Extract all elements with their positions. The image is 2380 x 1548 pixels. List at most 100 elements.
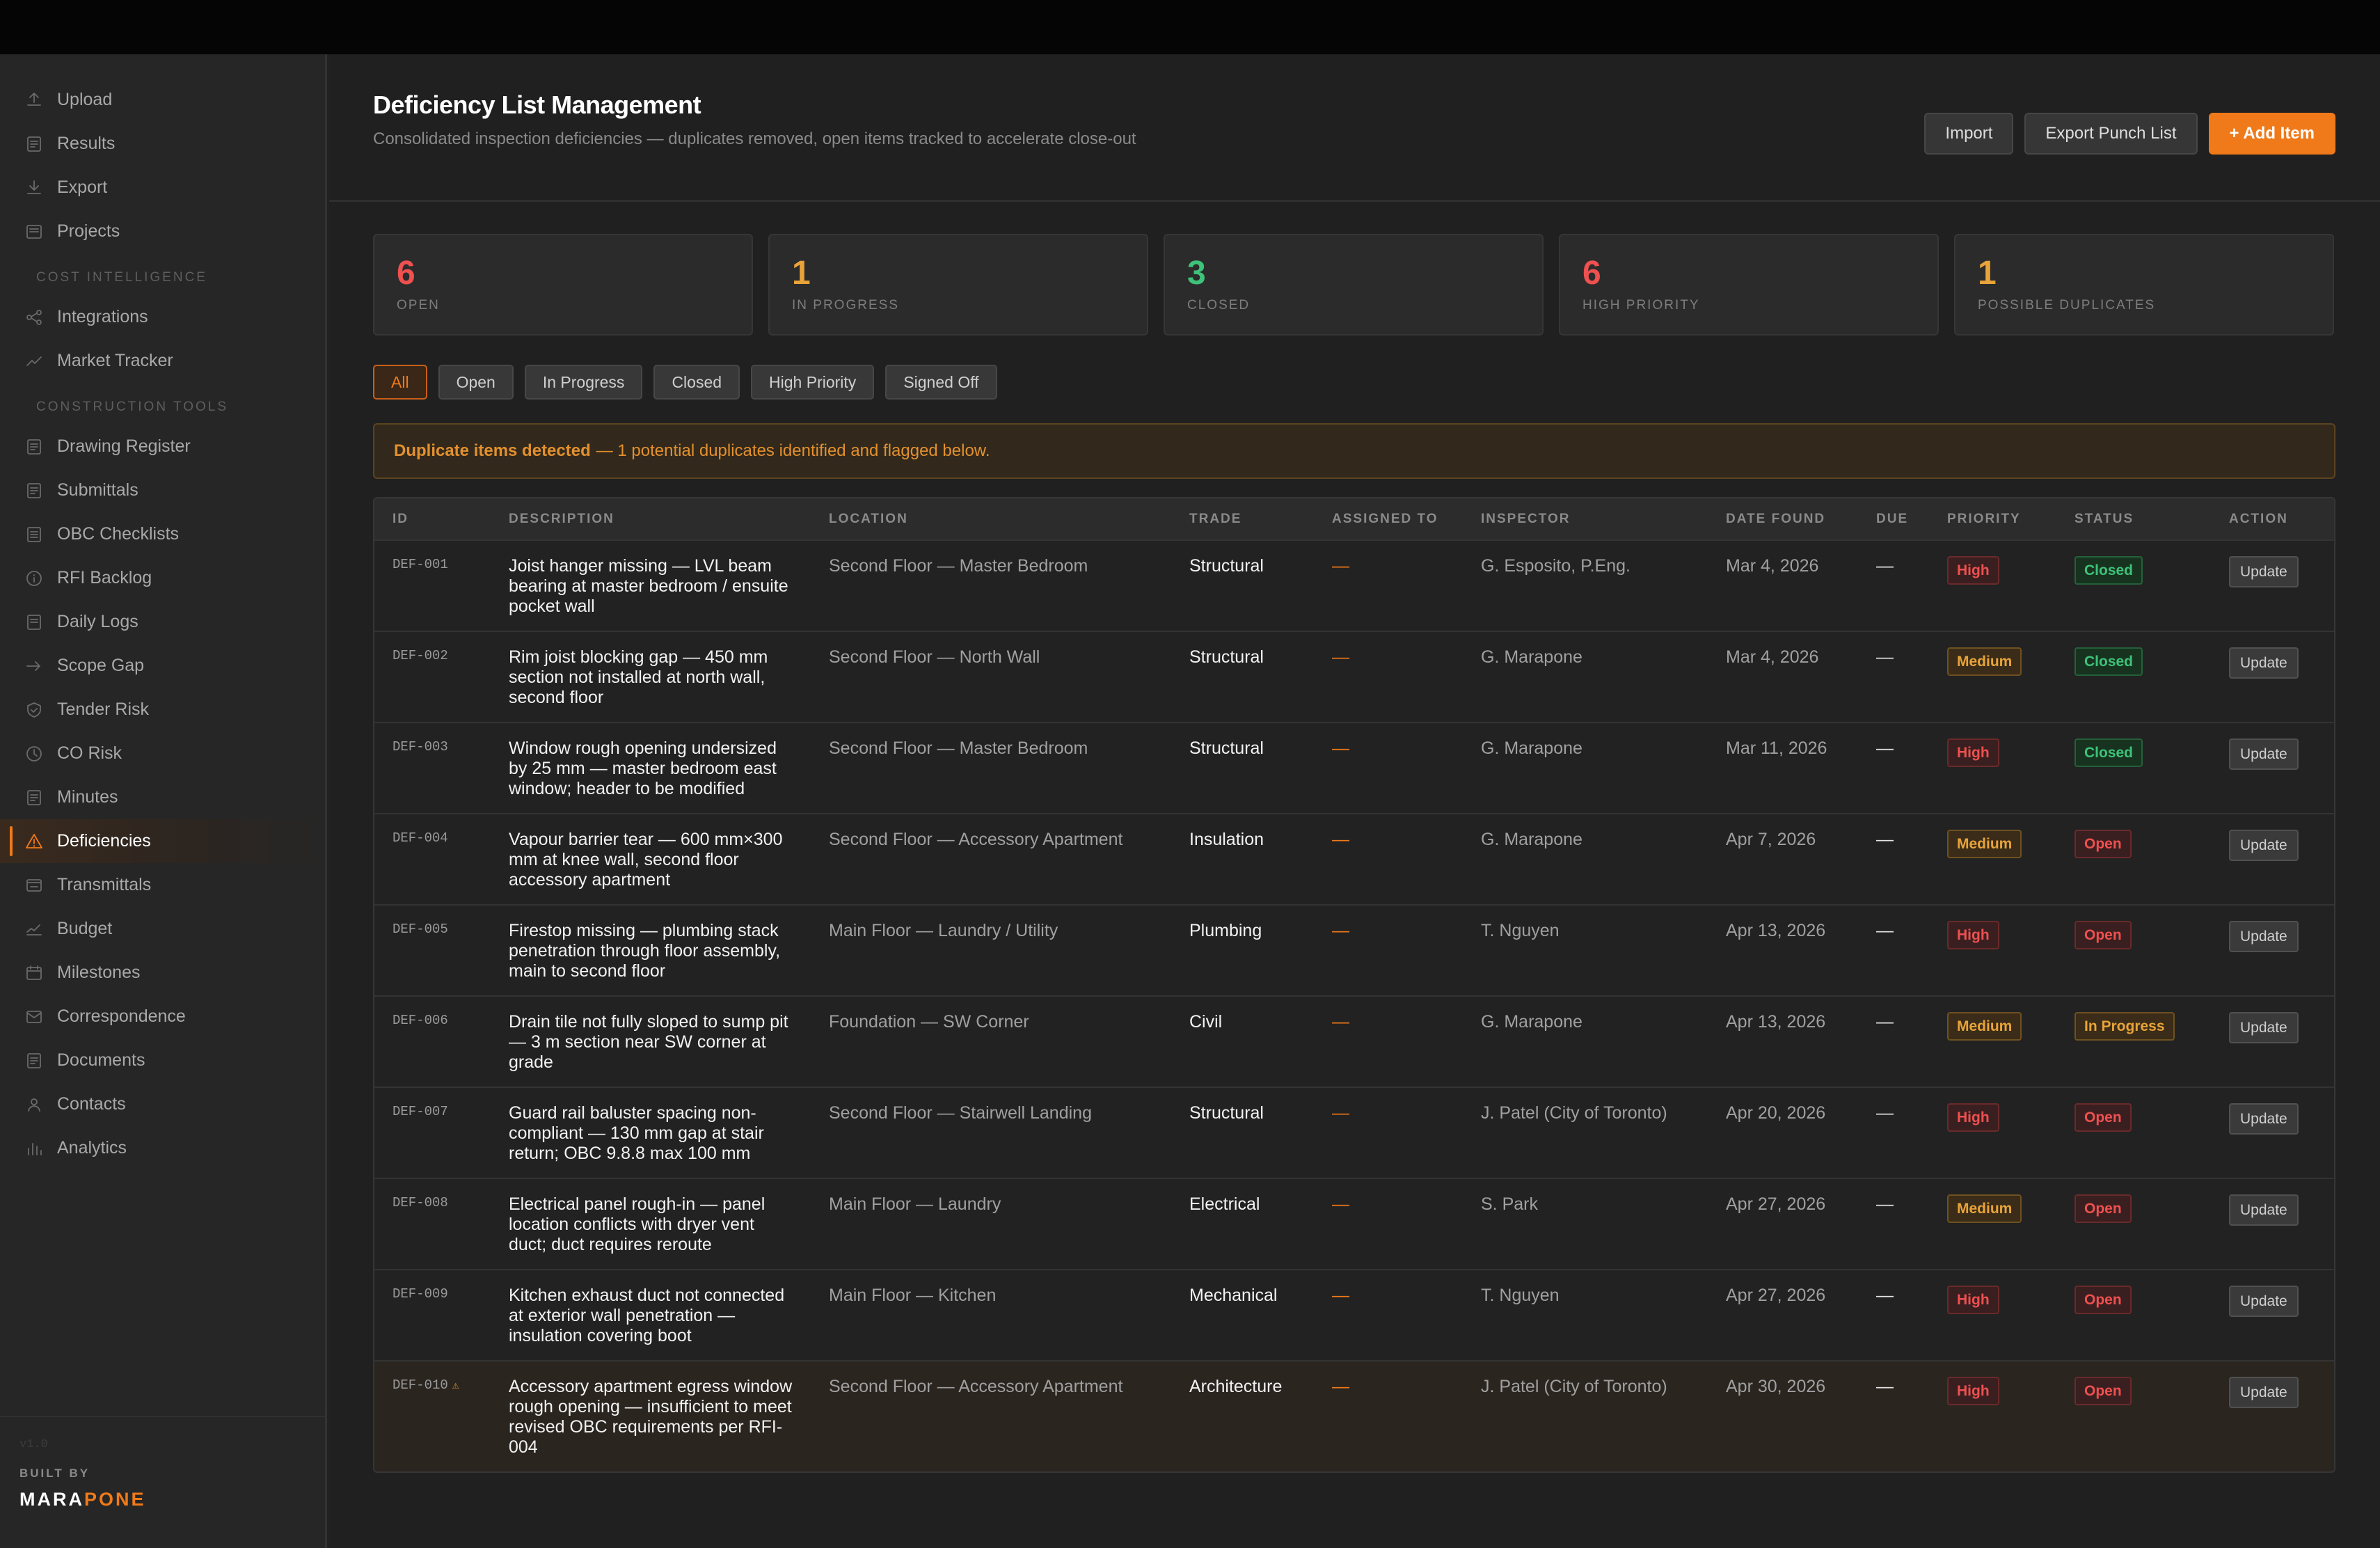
status-badge: Closed <box>2074 556 2143 585</box>
stat-card-open: 6 OPEN <box>373 234 753 335</box>
column-header-date-found: DATE FOUND <box>1726 511 1826 526</box>
sidebar-item-contacts[interactable]: Contacts <box>0 1082 325 1126</box>
cell-inspector: G. Marapone <box>1463 813 1708 905</box>
sidebar-item-label: Projects <box>57 221 120 241</box>
cell-id: DEF-007 <box>374 1087 491 1178</box>
log-icon <box>25 613 43 631</box>
sidebar-item-upload[interactable]: Upload <box>0 78 325 122</box>
cell-action: Update <box>2211 631 2334 722</box>
sidebar-item-projects[interactable]: Projects <box>0 210 325 253</box>
cell-status: Closed <box>2056 539 2211 631</box>
filter-signed-off[interactable]: Signed Off <box>885 365 997 400</box>
mail-icon <box>25 1008 43 1026</box>
sidebar-item-milestones[interactable]: Milestones <box>0 951 325 995</box>
cell-location: Second Floor — Accessory Apartment <box>811 1360 1171 1471</box>
cell-description: Vapour barrier tear — 600 mm×300 mm at k… <box>491 813 811 905</box>
update-button[interactable]: Update <box>2229 1194 2299 1226</box>
page-title: Deficiency List Management <box>373 90 701 119</box>
cell-description: Drain tile not fully sloped to sump pit … <box>491 995 811 1087</box>
sidebar-item-drawing-register[interactable]: Drawing Register <box>0 425 325 468</box>
update-button[interactable]: Update <box>2229 1103 2299 1135</box>
update-button[interactable]: Update <box>2229 921 2299 952</box>
cell-date-found: Mar 11, 2026 <box>1708 722 1858 814</box>
cell-trade: Structural <box>1171 539 1314 631</box>
filter-open[interactable]: Open <box>438 365 514 400</box>
sidebar-item-transmittals[interactable]: Transmittals <box>0 863 325 907</box>
filter-all[interactable]: All <box>373 365 427 400</box>
cell-date-found: Apr 30, 2026 <box>1708 1360 1858 1471</box>
cell-trade: Mechanical <box>1171 1269 1314 1361</box>
add-item-button[interactable]: + Add Item <box>2208 113 2335 155</box>
sidebar-item-tender-risk[interactable]: Tender Risk <box>0 688 325 732</box>
sidebar-item-minutes[interactable]: Minutes <box>0 775 325 819</box>
cell-due: — <box>1858 722 1929 814</box>
filter-high-priority[interactable]: High Priority <box>751 365 875 400</box>
sidebar-item-market-tracker[interactable]: Market Tracker <box>0 339 325 383</box>
deficiency-id: DEF-006 <box>392 1013 448 1028</box>
cell-description: Guard rail baluster spacing non-complian… <box>491 1087 811 1178</box>
status-badge: Open <box>2074 830 2132 858</box>
sidebar-item-label: Integrations <box>57 307 148 326</box>
column-header-trade: TRADE <box>1189 511 1242 526</box>
cell-status: Open <box>2056 904 2211 996</box>
update-button[interactable]: Update <box>2229 830 2299 861</box>
cell-action: Update <box>2211 1360 2334 1471</box>
sidebar-item-scope-gap[interactable]: Scope Gap <box>0 644 325 688</box>
cell-id: DEF-008 <box>374 1178 491 1270</box>
cell-description: Joist hanger missing — LVL beam bearing … <box>491 539 811 631</box>
cell-status: Open <box>2056 1269 2211 1361</box>
update-button[interactable]: Update <box>2229 1012 2299 1043</box>
cell-description: Accessory apartment egress window rough … <box>491 1360 811 1471</box>
import-button[interactable]: Import <box>1924 113 2014 155</box>
stat-card-possible-duplicates: 1 POSSIBLE DUPLICATES <box>1954 234 2334 335</box>
cell-trade: Architecture <box>1171 1360 1314 1471</box>
update-button[interactable]: Update <box>2229 1377 2299 1408</box>
status-badge: Open <box>2074 1377 2132 1405</box>
column-header-due: DUE <box>1876 511 1909 526</box>
sidebar-item-co-risk[interactable]: CO Risk <box>0 732 325 775</box>
sidebar-item-results[interactable]: Results <box>0 122 325 166</box>
alert-text: — 1 potential duplicates identified and … <box>596 441 990 460</box>
sidebar-item-deficiencies[interactable]: Deficiencies <box>0 819 325 863</box>
sidebar-item-rfi-backlog[interactable]: RFI Backlog <box>0 556 325 600</box>
sidebar-item-budget[interactable]: Budget <box>0 907 325 951</box>
results-icon <box>25 135 43 153</box>
stat-label: OPEN <box>397 298 440 313</box>
sidebar-section-heading: COST INTELLIGENCE <box>36 270 207 285</box>
trend-icon <box>25 352 43 370</box>
export-punch-list-button[interactable]: Export Punch List <box>2024 113 2198 155</box>
deficiency-id: DEF-010 <box>392 1377 448 1393</box>
document-icon <box>25 438 43 456</box>
sidebar-item-export[interactable]: Export <box>0 166 325 210</box>
update-button[interactable]: Update <box>2229 647 2299 679</box>
sidebar-item-label: Minutes <box>57 787 118 807</box>
filter-closed[interactable]: Closed <box>653 365 740 400</box>
calendar-icon <box>25 964 43 982</box>
sidebar-item-obc-checklists[interactable]: OBC Checklists <box>0 512 325 556</box>
stat-value: 6 <box>1582 255 1601 292</box>
warning-icon <box>25 832 43 851</box>
person-icon <box>25 1096 43 1114</box>
arrow-icon <box>25 657 43 675</box>
update-button[interactable]: Update <box>2229 1286 2299 1317</box>
cell-id: DEF-010 ⚠ <box>374 1360 491 1471</box>
sidebar-item-daily-logs[interactable]: Daily Logs <box>0 600 325 644</box>
update-button[interactable]: Update <box>2229 739 2299 770</box>
cell-description: Kitchen exhaust duct not connected at ex… <box>491 1269 811 1361</box>
sidebar-item-submittals[interactable]: Submittals <box>0 468 325 512</box>
filter-in-progress[interactable]: In Progress <box>524 365 643 400</box>
cell-trade: Structural <box>1171 722 1314 814</box>
sidebar-item-documents[interactable]: Documents <box>0 1038 325 1082</box>
cell-location: Main Floor — Laundry <box>811 1178 1171 1270</box>
table-row: DEF-003 Window rough opening undersized b… <box>374 722 2334 814</box>
update-button[interactable]: Update <box>2229 556 2299 587</box>
cell-description: Electrical panel rough-in — panel locati… <box>491 1178 811 1270</box>
cell-status: Open <box>2056 1087 2211 1178</box>
sidebar-item-correspondence[interactable]: Correspondence <box>0 995 325 1038</box>
priority-badge: High <box>1947 1377 1999 1405</box>
cell-due: — <box>1858 1178 1929 1270</box>
sidebar-item-analytics[interactable]: Analytics <box>0 1126 325 1170</box>
cell-status: Closed <box>2056 631 2211 722</box>
deficiency-id: DEF-007 <box>392 1104 448 1119</box>
sidebar-item-integrations[interactable]: Integrations <box>0 295 325 339</box>
